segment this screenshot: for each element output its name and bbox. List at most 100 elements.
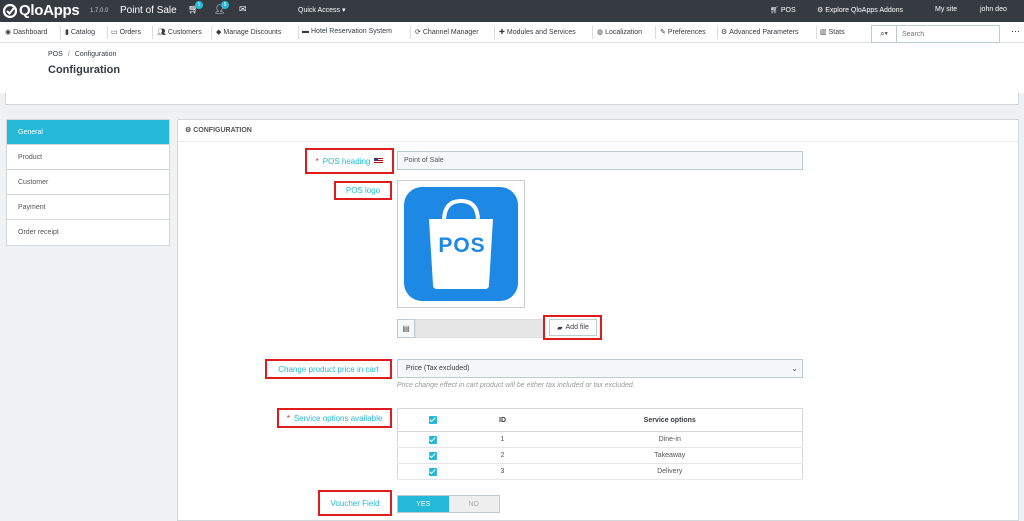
nav-divider xyxy=(410,26,411,39)
cart-icon: 🛒︎ xyxy=(770,7,779,14)
required-marker: * xyxy=(286,413,290,423)
nav-divider xyxy=(816,26,817,39)
tab-order-receipt[interactable]: Order receipt xyxy=(7,220,169,245)
panel-heading: ⚙︎ CONFIGURATION xyxy=(178,120,1018,142)
nav-customers[interactable]: 👥︎ Customers xyxy=(157,28,202,36)
nav-preferences[interactable]: ✎ Preferences xyxy=(660,28,706,36)
price-label: Change product price in cart xyxy=(265,359,392,379)
add-file-label: Add file xyxy=(565,324,589,331)
tab-payment[interactable]: Payment xyxy=(7,195,169,220)
breadcrumb-parent[interactable]: POS xyxy=(48,51,63,58)
breadcrumb: POS / Configuration xyxy=(48,51,116,58)
row-checkbox[interactable] xyxy=(428,451,437,460)
nav-label: Stats xyxy=(828,29,845,36)
voucher-toggle[interactable]: YES NO xyxy=(397,495,500,513)
page-header: POS / Configuration Configuration xyxy=(0,43,1024,93)
required-marker: * xyxy=(315,156,319,166)
pos-link-label: POS xyxy=(780,7,796,14)
breadcrumb-current: Configuration xyxy=(74,51,117,58)
my-site-link[interactable]: My site xyxy=(935,6,957,13)
pos-logo-label: POS logo xyxy=(334,181,392,200)
nav-divider xyxy=(298,26,299,39)
service-cell: Takeaway xyxy=(537,447,803,464)
service-options-label-text: Service options available xyxy=(293,413,383,423)
search-bar: ⌕▾ xyxy=(871,25,1000,43)
service-options-table: ID Service options 1 Dine-in 2 Takeaway … xyxy=(397,408,803,480)
cogs-icon: ⚙︎ xyxy=(185,127,194,134)
nav-label: Manage Discounts xyxy=(223,29,282,36)
app-logo[interactable]: QloApps xyxy=(2,2,80,19)
nav-orders[interactable]: ▭ Orders xyxy=(111,28,141,36)
language-flag-icon[interactable] xyxy=(374,158,384,164)
table-row: 1 Dine-in xyxy=(397,431,803,448)
row-checkbox[interactable] xyxy=(428,467,437,476)
nav-discounts[interactable]: ◆ Manage Discounts xyxy=(216,28,281,36)
table-row: 2 Takeaway xyxy=(397,447,803,464)
search-input[interactable] xyxy=(897,25,1000,43)
puzzle-icon: ✚ xyxy=(499,29,505,36)
tab-general[interactable]: General xyxy=(7,120,169,145)
row-checkbox[interactable] xyxy=(428,435,437,444)
nav-divider xyxy=(494,26,495,39)
service-cell: Delivery xyxy=(537,463,803,480)
user-menu[interactable]: john deo xyxy=(980,6,1007,13)
nav-divider xyxy=(107,26,108,39)
config-tabs: General Product Customer Payment Order r… xyxy=(6,119,170,246)
customers-notification[interactable]: 👤︎ 5 xyxy=(214,1,229,15)
add-file-button[interactable]: ▰ Add file xyxy=(549,319,597,336)
wrench-icon: ✎ xyxy=(660,29,666,36)
service-options-label: * Service options available xyxy=(277,408,392,428)
orders-badge: 1 xyxy=(195,1,203,9)
id-cell: 1 xyxy=(467,431,538,448)
nav-localization[interactable]: ◍ Localization xyxy=(597,28,642,36)
quick-access-menu[interactable]: Quick Access ▾ xyxy=(298,6,345,14)
nav-label: Hotel Reservation System xyxy=(311,28,392,35)
file-name-input[interactable] xyxy=(415,319,545,338)
checkbox-cell xyxy=(397,463,468,480)
toggle-no[interactable]: NO xyxy=(449,496,500,512)
checkbox-cell xyxy=(397,447,468,464)
table-row: 3 Delivery xyxy=(397,463,803,480)
id-cell: 2 xyxy=(467,447,538,464)
nav-label: Catalog xyxy=(70,29,95,36)
nav-catalog[interactable]: ▮ Catalog xyxy=(65,28,95,36)
nav-stats[interactable]: ▥ Stats xyxy=(820,28,845,36)
customers-icon: 👥︎ xyxy=(157,29,166,36)
search-type-button[interactable]: ⌕▾ xyxy=(871,25,897,43)
cogs-icon: ⚙︎ xyxy=(721,29,728,36)
bed-icon: ▬ xyxy=(302,28,309,35)
globe-icon: ◍ xyxy=(597,29,604,36)
addons-link[interactable]: ⚙︎ Explore QloApps Addons xyxy=(817,6,903,14)
tab-customer[interactable]: Customer xyxy=(7,170,169,195)
nav-dashboard[interactable]: ◉ Dashboard xyxy=(5,28,47,36)
nav-label: Localization xyxy=(605,29,643,36)
shop-name[interactable]: Point of Sale xyxy=(120,5,177,16)
nav-hotel[interactable]: ▬ Hotel Reservation System xyxy=(302,28,392,35)
pos-logo-text: POS xyxy=(438,234,486,257)
pos-heading-input[interactable]: Point of Sale xyxy=(397,151,803,170)
nav-label: Channel Manager xyxy=(422,29,479,36)
orders-notification[interactable]: 🛒︎ 1 xyxy=(188,1,203,15)
nav-divider xyxy=(655,26,656,39)
file-icon: ▤ xyxy=(397,319,415,338)
pos-link[interactable]: 🛒︎ POS xyxy=(770,6,796,14)
nav-label: Advanced Parameters xyxy=(729,29,799,36)
select-all-checkbox[interactable] xyxy=(428,416,437,424)
nav-modules[interactable]: ✚ Modules and Services xyxy=(499,28,576,36)
discounts-icon: ◆ xyxy=(216,29,222,36)
nav-channel[interactable]: ⟳ Channel Manager xyxy=(415,28,479,36)
orders-icon: ▭ xyxy=(111,29,118,36)
price-select[interactable]: Price (Tax excluded) ⌄ xyxy=(397,359,803,378)
nav-divider xyxy=(717,26,718,39)
nav-advanced[interactable]: ⚙︎ Advanced Parameters xyxy=(721,28,799,36)
more-options-icon[interactable]: ⋯ xyxy=(1011,26,1020,37)
toggle-yes[interactable]: YES xyxy=(398,496,449,512)
addons-link-label: Explore QloApps Addons xyxy=(825,7,904,14)
messages-notification[interactable]: ✉︎ xyxy=(239,4,247,15)
pos-heading-label: * POS heading xyxy=(305,148,394,174)
qloapps-logo-icon xyxy=(2,3,18,19)
voucher-field-label: Voucher Field xyxy=(318,490,392,516)
tab-product[interactable]: Product xyxy=(7,145,169,170)
chart-icon: ▥ xyxy=(820,29,827,36)
nav-divider xyxy=(60,26,61,39)
